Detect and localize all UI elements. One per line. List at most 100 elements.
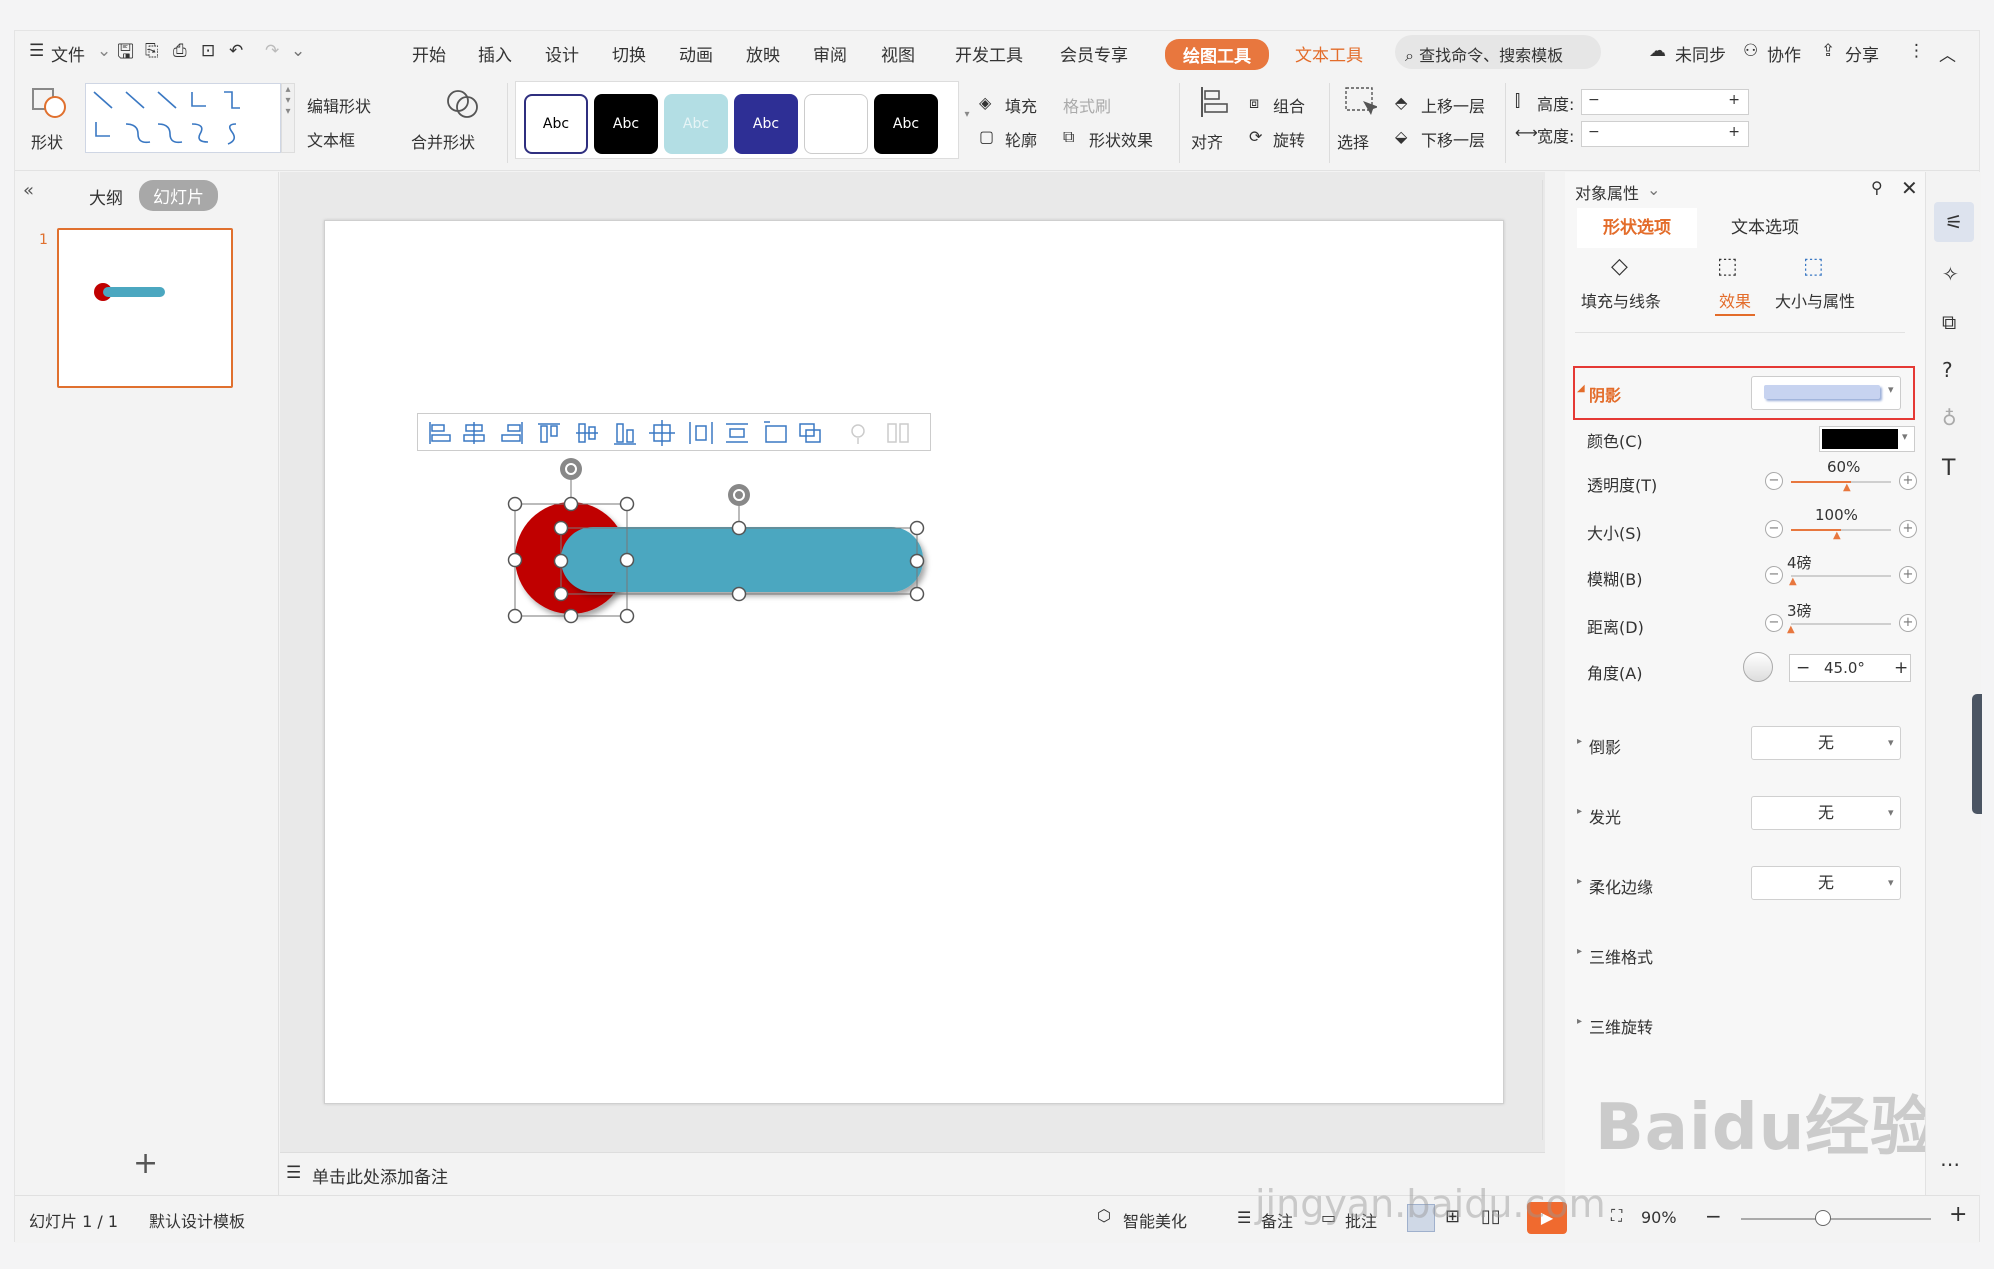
tab-text-tools[interactable]: 文本工具	[1295, 41, 1363, 66]
group-button[interactable]: 组合	[1273, 93, 1305, 117]
style-plain[interactable]	[804, 94, 868, 154]
tab-developer[interactable]: 开发工具	[955, 41, 1023, 66]
collaborate-button[interactable]: 协作	[1767, 41, 1801, 66]
rotate-button[interactable]: 旋转	[1273, 127, 1305, 151]
size-increment[interactable]: +	[1899, 520, 1917, 538]
search-input[interactable]: 查找命令、搜索模板	[1419, 46, 1563, 65]
align-button[interactable]: 对齐	[1191, 129, 1223, 153]
angle-value[interactable]: 45.0°	[1824, 659, 1865, 677]
transition-icon[interactable]: ⧉	[1942, 310, 1956, 334]
more-options-icon[interactable]: ⋯	[1940, 1152, 1960, 1176]
width-increment[interactable]: +	[1728, 124, 1740, 140]
slide-thumbnail[interactable]	[57, 228, 233, 388]
zoom-level[interactable]: 90%	[1641, 1208, 1677, 1227]
subtab-size-properties[interactable]: 大小与属性	[1775, 288, 1855, 312]
pin-icon[interactable]: ⚲	[1871, 178, 1883, 197]
chevron-down-icon[interactable]: ⌄	[1647, 180, 1660, 199]
tab-design[interactable]: 设计	[545, 41, 579, 66]
angle-increment[interactable]: +	[1894, 658, 1908, 678]
zoom-in-button[interactable]: +	[1949, 1202, 1967, 1227]
transparency-increment[interactable]: +	[1899, 472, 1917, 490]
bring-forward-button[interactable]: 上移一层	[1421, 93, 1485, 117]
print-icon[interactable]: ⎙	[173, 41, 187, 61]
file-menu[interactable]: 文件	[51, 41, 85, 66]
slide[interactable]	[324, 220, 1504, 1104]
collapse-ribbon-icon[interactable]: ︿	[1939, 41, 1956, 66]
canvas-scrollbar[interactable]	[1542, 180, 1543, 1140]
transparency-decrement[interactable]: −	[1765, 472, 1783, 490]
idea-icon[interactable]: ♁	[1942, 406, 1957, 430]
tab-drawing-tools[interactable]: 绘图工具	[1165, 39, 1269, 70]
search-box[interactable]: ⌕ 查找命令、搜索模板	[1395, 35, 1601, 69]
shape-icon[interactable]	[29, 85, 73, 118]
zoom-slider-thumb[interactable]	[1815, 1210, 1831, 1226]
tab-animations[interactable]: 动画	[679, 41, 713, 66]
style-black[interactable]: Abc	[594, 94, 658, 154]
animation-icon[interactable]: ✧	[1942, 262, 1959, 286]
gallery-scroll[interactable]: ▴ ▾ ▾	[281, 83, 295, 153]
glow-section[interactable]: 发光	[1589, 804, 1621, 828]
height-decrement[interactable]: −	[1588, 92, 1600, 108]
3d-format-section[interactable]: 三维格式	[1589, 944, 1653, 968]
width-field[interactable]: − +	[1581, 121, 1749, 147]
tab-text-options[interactable]: 文本选项	[1705, 208, 1825, 248]
subtab-effect[interactable]: 效果	[1719, 288, 1751, 312]
styles-more[interactable]: ▾	[961, 81, 973, 159]
template-name[interactable]: 默认设计模板	[149, 1208, 245, 1232]
angle-dial[interactable]	[1743, 652, 1773, 682]
tab-insert[interactable]: 插入	[478, 41, 512, 66]
teal-rounded-rectangle-shape[interactable]	[561, 527, 923, 592]
soft-edges-dropdown[interactable]: 无 ▾	[1751, 866, 1901, 900]
add-slide-icon[interactable]: +	[133, 1146, 158, 1181]
shadow-color-picker[interactable]: ▾	[1819, 426, 1915, 452]
tab-shape-options[interactable]: 形状选项	[1577, 208, 1697, 248]
side-widget[interactable]	[1972, 694, 1982, 814]
more-icon[interactable]: ⋮	[1908, 41, 1925, 61]
share-button[interactable]: 分享	[1845, 41, 1879, 66]
subtab-fill-line[interactable]: 填充与线条	[1581, 288, 1661, 312]
3d-rotation-section[interactable]: 三维旋转	[1589, 1014, 1653, 1038]
distance-decrement[interactable]: −	[1765, 614, 1783, 632]
edit-shape-button[interactable]: 编辑形状	[307, 93, 371, 117]
reflection-dropdown[interactable]: 无 ▾	[1751, 726, 1901, 760]
collapse-pane-icon[interactable]: «	[23, 180, 34, 201]
tab-slideshow[interactable]: 放映	[746, 41, 780, 66]
style-teal[interactable]: Abc	[664, 94, 728, 154]
customize-icon[interactable]: ⌄	[291, 41, 305, 61]
height-field[interactable]: − +	[1581, 89, 1749, 115]
notes-placeholder[interactable]: 单击此处添加备注	[312, 1163, 448, 1188]
send-backward-button[interactable]: 下移一层	[1421, 127, 1485, 151]
hamburger-icon[interactable]: ☰	[29, 41, 44, 61]
width-decrement[interactable]: −	[1588, 124, 1600, 140]
tab-home[interactable]: 开始	[412, 41, 446, 66]
tab-transitions[interactable]: 切换	[612, 41, 646, 66]
style-black-2[interactable]: Abc	[874, 94, 938, 154]
glow-dropdown[interactable]: 无 ▾	[1751, 796, 1901, 830]
zoom-out-button[interactable]: −	[1705, 1204, 1722, 1228]
style-white[interactable]: Abc	[524, 94, 588, 154]
sync-status[interactable]: 未同步	[1675, 41, 1726, 66]
help-icon[interactable]: ?	[1942, 358, 1953, 382]
line-shapes-gallery[interactable]	[85, 83, 281, 153]
shape-effects-button[interactable]: 形状效果	[1089, 127, 1153, 151]
export-icon[interactable]: ⎘	[145, 41, 159, 61]
reflection-section[interactable]: 倒影	[1589, 734, 1621, 758]
tab-outline[interactable]: 大纲	[89, 184, 123, 209]
angle-decrement[interactable]: −	[1796, 658, 1810, 678]
redo-icon[interactable]: ↷	[265, 41, 279, 61]
rotate-handle-rect[interactable]	[728, 484, 750, 506]
tab-view[interactable]: 视图	[881, 41, 915, 66]
shape-button[interactable]: 形状	[31, 129, 63, 153]
textbox-button[interactable]: 文本框	[307, 127, 355, 151]
size-decrement[interactable]: −	[1765, 520, 1783, 538]
chevron-down-icon[interactable]: ⌄	[97, 41, 111, 61]
select-button[interactable]: 选择	[1337, 129, 1369, 153]
blur-increment[interactable]: +	[1899, 566, 1917, 584]
outline-button[interactable]: 轮廓	[1005, 127, 1037, 151]
angle-input[interactable]: − 45.0° +	[1789, 654, 1911, 682]
rotate-handle-circle[interactable]	[560, 458, 582, 480]
blur-slider[interactable]	[1791, 575, 1891, 577]
undo-icon[interactable]: ↶	[229, 41, 243, 61]
style-navy[interactable]: Abc	[734, 94, 798, 154]
distance-increment[interactable]: +	[1899, 614, 1917, 632]
